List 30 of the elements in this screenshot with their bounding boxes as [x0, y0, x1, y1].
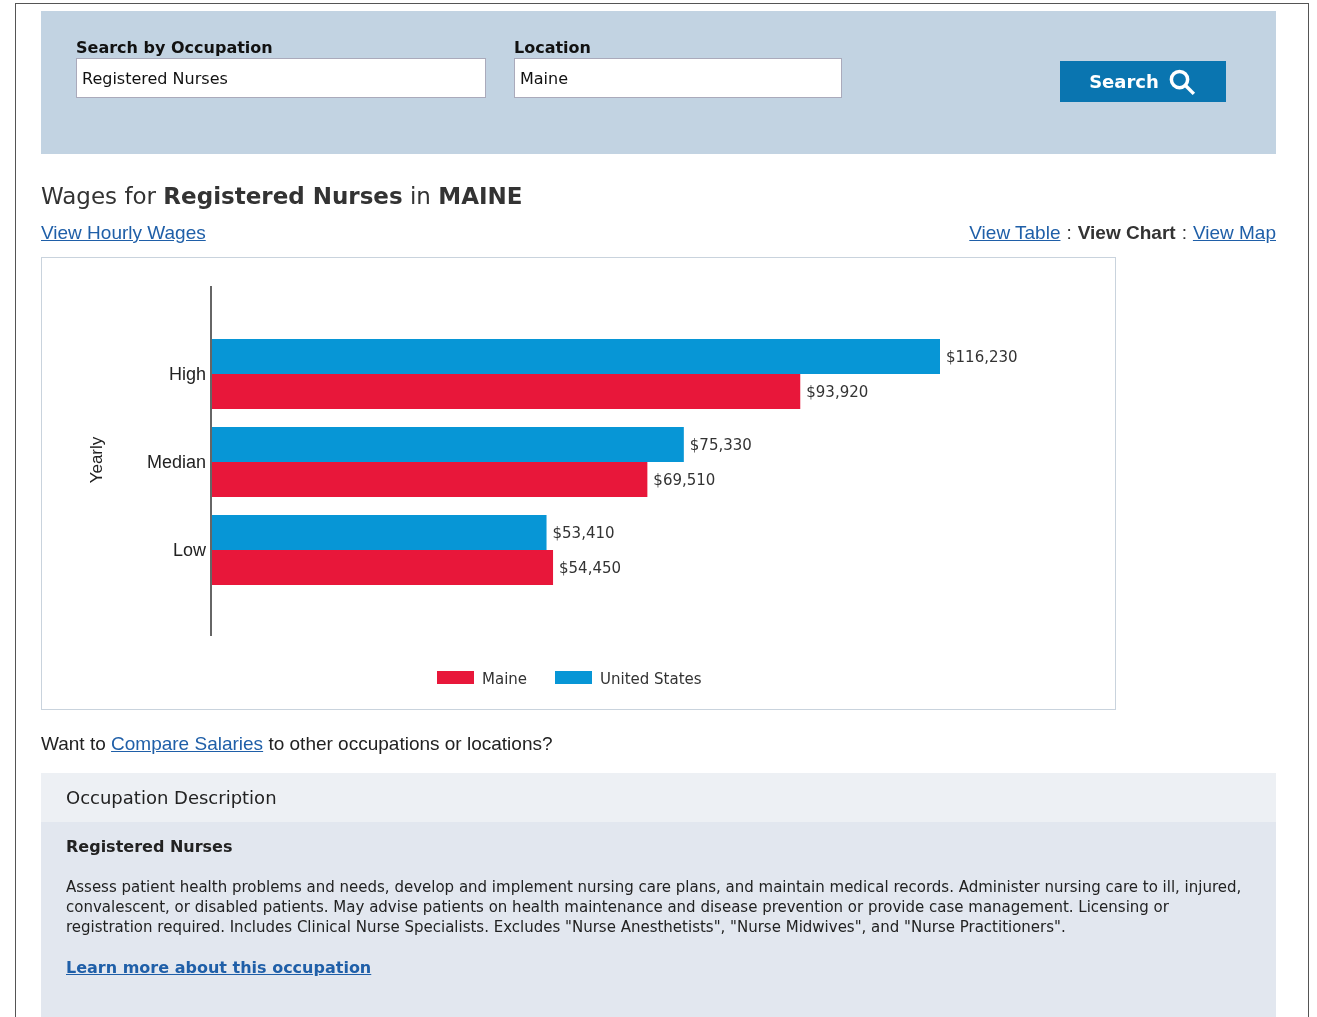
category-label: Median [146, 452, 206, 472]
learn-more-link[interactable]: Learn more about this occupation [66, 956, 372, 980]
axis-label: Yearly [87, 436, 106, 484]
value-label: $69,510 [653, 471, 716, 489]
occupation-description: Assess patient health problems and needs, develop and implement nursing care plans, and maintain medical records. Administer nursing care to ill, injured, convalescent, or disabled patients. May advise patients on health maintenance and disease prevention or provide case management. Licensing or registration required. Includes Clinical Nurse Specialists. Excludes "Nurse Anesthetists", "Nurse Midwives", and "Nurse Practitioners". [66, 877, 1243, 937]
value-label: $54,450 [559, 559, 622, 577]
value-label: $75,330 [689, 436, 752, 454]
search-button[interactable]: Search [1060, 61, 1226, 102]
occupation-name: Registered Nurses [66, 836, 234, 858]
category-label: Low [172, 540, 206, 560]
compare-text: Want to Compare Salaries to other occupations or locations? [41, 732, 554, 756]
hourly-wages-link[interactable]: View Hourly Wages [41, 221, 206, 245]
value-label: $116,230 [946, 348, 1018, 366]
separator: : [1066, 221, 1072, 245]
field-label: Location [514, 38, 592, 58]
category-label: High [168, 364, 206, 384]
legend-label: Maine [482, 670, 528, 688]
input-field[interactable]: Registered Nurses [76, 58, 486, 98]
compare-salaries-link[interactable]: Compare Salaries [111, 733, 264, 754]
legend-label: United States [600, 670, 702, 688]
field-label: Search by Occupation [76, 38, 274, 58]
value-label: $53,410 [552, 524, 615, 542]
value-label: $93,920 [806, 383, 869, 401]
separator: : [1181, 221, 1187, 245]
view-link[interactable]: View Map [1192, 221, 1276, 245]
section-title: Occupation Description [66, 786, 277, 810]
page-heading: Wages for Registered Nurses in MAINE [41, 182, 524, 211]
view-link[interactable]: View Chart [1077, 221, 1176, 245]
input-field[interactable]: Maine [514, 58, 842, 98]
view-link[interactable]: View Table [969, 221, 1061, 245]
